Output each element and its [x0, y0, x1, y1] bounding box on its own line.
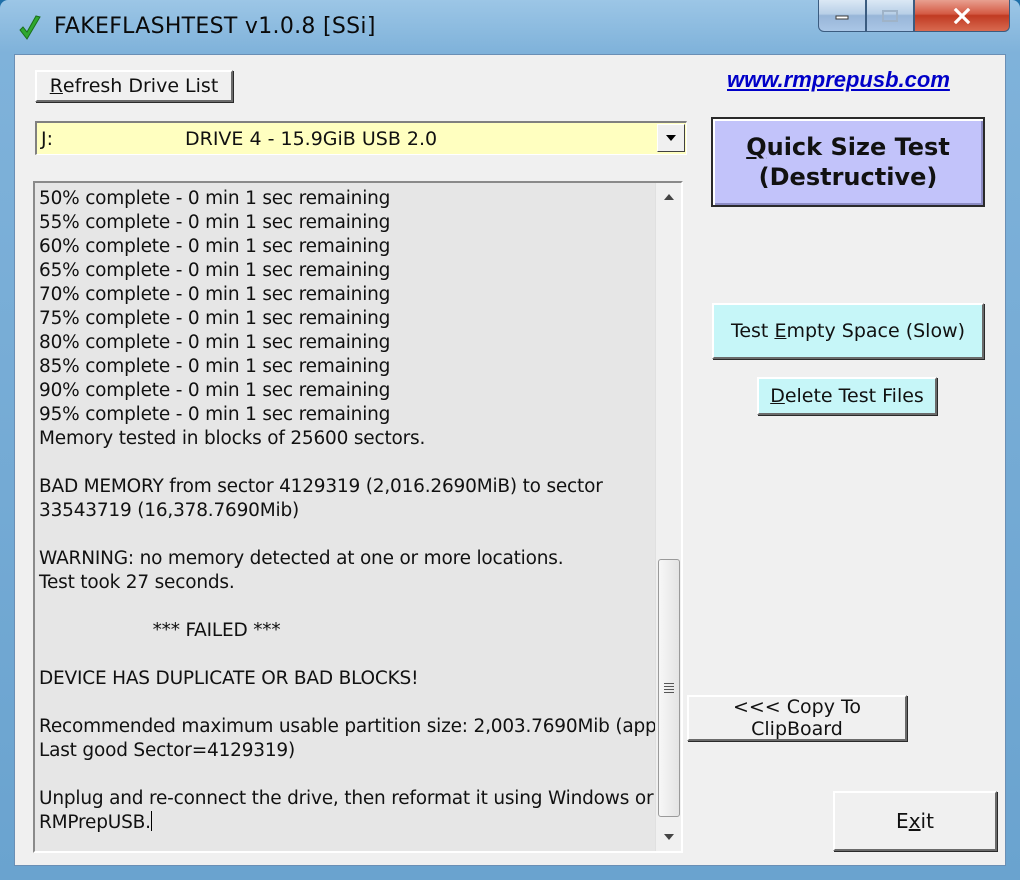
log-line: 50% complete - 0 min 1 sec remaining	[39, 188, 391, 209]
minimize-icon	[835, 15, 849, 19]
title-bar[interactable]: FAKEFLASHTEST v1.0.8 [SSi]	[0, 0, 1020, 54]
test-empty-space-button[interactable]: Test Empty Space (Slow)	[712, 303, 984, 359]
log-line: Last good Sector=4129319)	[39, 740, 296, 761]
quick-size-test-button[interactable]: Quick Size Test (Destructive)	[711, 117, 985, 207]
quick-test-line2: (Destructive)	[758, 163, 938, 191]
log-scrollbar[interactable]	[655, 183, 681, 851]
log-line: 85% complete - 0 min 1 sec remaining	[39, 356, 391, 377]
minimize-button[interactable]	[818, 0, 866, 32]
log-line: Unplug and re-connect the drive, then re…	[39, 788, 654, 809]
dropdown-button[interactable]	[657, 124, 685, 152]
scroll-up-icon	[664, 194, 674, 200]
log-line: DEVICE HAS DUPLICATE OR BAD BLOCKS!	[39, 668, 419, 689]
scroll-thumb[interactable]	[658, 559, 680, 817]
app-window: FAKEFLASHTEST v1.0.8 [SSi] Refresh Drive…	[0, 0, 1020, 880]
close-icon	[953, 7, 971, 24]
log-line: WARNING: no memory detected at one or mo…	[39, 548, 564, 569]
log-line: Test took 27 seconds.	[39, 572, 235, 593]
log-line: 90% complete - 0 min 1 sec remaining	[39, 380, 391, 401]
exit-button[interactable]: Exit	[833, 791, 997, 851]
log-line: *** FAILED ***	[39, 620, 281, 641]
scroll-down-icon	[664, 834, 674, 840]
log-line: 70% complete - 0 min 1 sec remaining	[39, 284, 391, 305]
log-line: 60% complete - 0 min 1 sec remaining	[39, 236, 391, 257]
window-title: FAKEFLASHTEST v1.0.8 [SSi]	[54, 14, 376, 39]
drive-description: DRIVE 4 - 15.9GiB USB 2.0	[185, 128, 438, 150]
log-line: 55% complete - 0 min 1 sec remaining	[39, 212, 391, 233]
delete-label: Delete Test Files	[770, 385, 924, 407]
drive-letter: J:	[41, 128, 54, 150]
caption-buttons	[818, 0, 1014, 36]
quick-test-line1: Quick Size Test	[746, 133, 950, 161]
log-line: 95% complete - 0 min 1 sec remaining	[39, 404, 391, 425]
scroll-grip-icon	[664, 681, 674, 695]
dropdown-arrow-icon	[666, 135, 676, 141]
log-text[interactable]: 50% complete - 0 min 1 sec remaining 55% …	[39, 187, 683, 835]
close-button[interactable]	[914, 0, 1010, 32]
test-empty-label: Test Empty Space (Slow)	[730, 320, 966, 342]
delete-test-files-button[interactable]: Delete Test Files	[757, 377, 937, 415]
website-link[interactable]: www.rmprepusb.com	[727, 67, 950, 93]
log-line: Recommended maximum usable partition siz…	[39, 716, 683, 737]
log-line: 65% complete - 0 min 1 sec remaining	[39, 260, 391, 281]
refresh-label: efresh Drive List	[62, 75, 219, 97]
log-line: Memory tested in blocks of 25600 sectors…	[39, 428, 426, 449]
scroll-up-button[interactable]	[656, 185, 681, 209]
drive-select[interactable]: J: DRIVE 4 - 15.9GiB USB 2.0	[35, 121, 687, 155]
log-line: RMPrepUSB.	[39, 811, 152, 833]
checkmark-icon	[19, 15, 41, 40]
log-line: 80% complete - 0 min 1 sec remaining	[39, 332, 391, 353]
log-output[interactable]: 50% complete - 0 min 1 sec remaining 55% …	[33, 181, 683, 853]
text-caret	[150, 811, 152, 831]
refresh-drive-list-button[interactable]: Refresh Drive List	[35, 70, 233, 102]
scroll-down-button[interactable]	[656, 825, 681, 849]
copy-to-clipboard-button[interactable]: <<< Copy To ClipBoard	[687, 695, 907, 741]
maximize-button[interactable]	[866, 0, 914, 32]
maximize-icon	[882, 9, 898, 22]
log-line: 75% complete - 0 min 1 sec remaining	[39, 308, 391, 329]
client-area: Refresh Drive List www.rmprepusb.com J: …	[14, 54, 1006, 866]
log-line: 33543719 (16,378.7690Mib)	[39, 500, 300, 521]
refresh-accel: R	[49, 75, 63, 97]
log-line: BAD MEMORY from sector 4129319 (2,016.26…	[39, 476, 603, 497]
exit-label: Exit	[896, 809, 934, 833]
